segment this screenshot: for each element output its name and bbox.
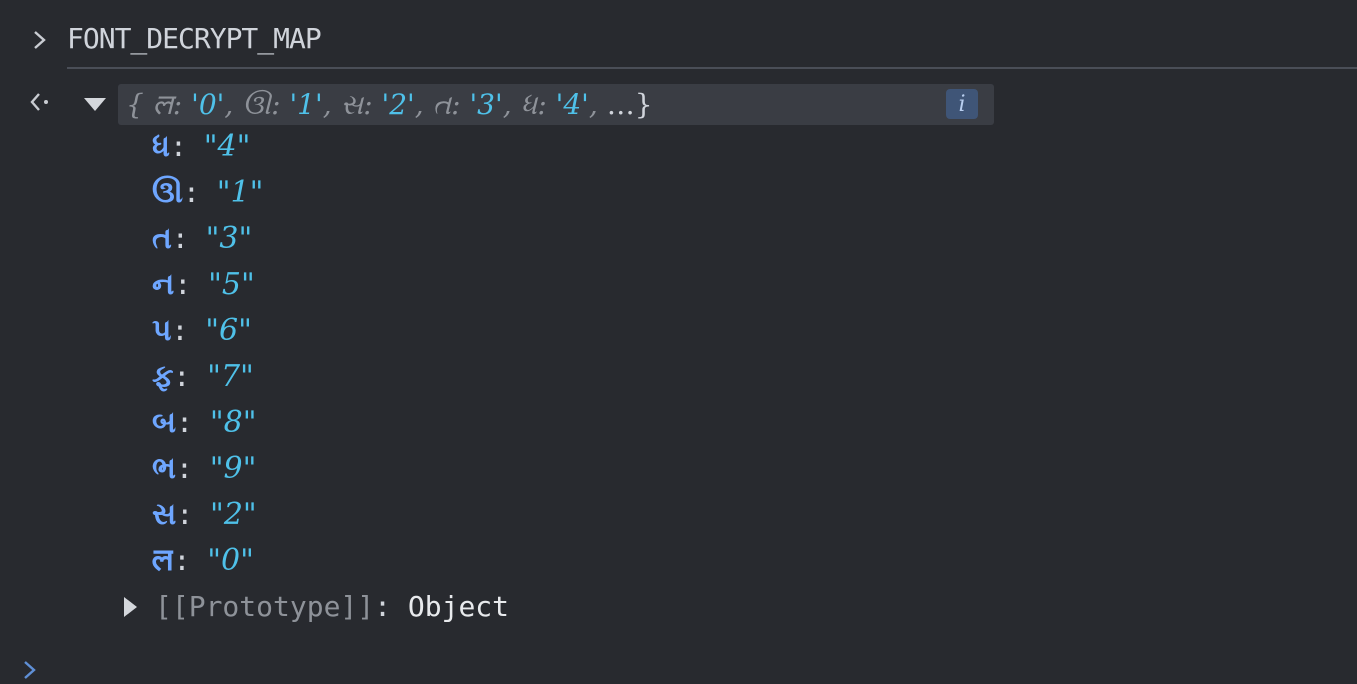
property-colon: : <box>173 544 208 577</box>
property-key: ફ <box>152 359 174 394</box>
property-key: પ <box>152 313 172 348</box>
preview-comma: , <box>414 88 433 121</box>
prototype-value: Object <box>407 590 510 623</box>
property-colon: : <box>171 314 206 347</box>
preview-separator: : <box>172 88 192 121</box>
property-colon: : <box>176 452 210 485</box>
triangle-right-icon[interactable] <box>124 597 137 617</box>
prototype-property[interactable]: [[Prototype]]: Object <box>155 587 509 627</box>
property-value: "4" <box>203 129 251 164</box>
preview-key: 𑆬 <box>152 88 173 121</box>
property-value: "5" <box>208 267 255 302</box>
property-key: 𑆬 <box>152 543 174 578</box>
property-row[interactable]: ભ: "9" <box>152 449 256 489</box>
property-colon: : <box>176 498 211 531</box>
preview-value: '0' <box>191 88 225 121</box>
preview-comma: , <box>588 88 607 121</box>
property-row[interactable]: 𑆬: "0" <box>152 541 254 581</box>
preview-value: '2' <box>381 88 415 121</box>
object-preview-text: { 𑆬: '0', ઊ: '1', સ: '2', ત: '3', ધ: '4'… <box>126 88 653 121</box>
property-key: ભ <box>152 451 176 486</box>
property-value: "1" <box>216 175 264 210</box>
preview-separator: : <box>537 88 556 121</box>
prototype-colon: : <box>374 590 408 623</box>
entry-divider <box>67 67 1357 69</box>
console-input-entry: FONT_DECRYPT_MAP <box>0 18 1357 62</box>
property-key: ત <box>152 221 172 256</box>
preview-key: ધ <box>520 88 538 121</box>
property-key: ધ <box>152 129 170 164</box>
property-key: ઊ <box>152 175 184 210</box>
property-key: ન <box>152 267 175 302</box>
property-key: બ <box>152 405 177 440</box>
property-row[interactable]: ઊ: "1" <box>152 173 263 213</box>
property-row[interactable]: સ: "2" <box>152 495 257 535</box>
preview-separator: : <box>271 88 290 121</box>
property-value: "2" <box>210 497 257 532</box>
preview-comma: , <box>502 88 521 121</box>
property-row[interactable]: બ: "8" <box>152 403 257 443</box>
return-arrow-icon <box>30 93 48 111</box>
property-colon: : <box>176 406 210 439</box>
property-value: "3" <box>205 221 253 256</box>
chevron-right-icon[interactable] <box>20 658 40 682</box>
preview-comma: , <box>224 88 243 121</box>
devtools-console: FONT_DECRYPT_MAP { 𑆬: '0', ઊ: '1', સ: '2… <box>0 0 1357 684</box>
triangle-down-icon[interactable] <box>84 98 106 111</box>
property-value: "6" <box>205 313 252 348</box>
property-key: સ <box>152 497 177 532</box>
console-input-expression[interactable]: FONT_DECRYPT_MAP <box>67 22 322 55</box>
property-colon: : <box>183 176 217 209</box>
preview-key: ત <box>432 88 452 121</box>
property-colon: : <box>171 222 206 255</box>
object-preview[interactable]: { 𑆬: '0', ઊ: '1', સ: '2', ત: '3', ધ: '4'… <box>118 84 994 125</box>
preview-comma: , <box>322 88 341 121</box>
preview-ellipsis: …} <box>606 88 653 121</box>
property-colon: : <box>173 360 208 393</box>
prototype-key: [[Prototype]] <box>155 590 375 623</box>
property-row[interactable]: પ: "6" <box>152 311 252 351</box>
property-colon: : <box>170 130 204 163</box>
property-row[interactable]: ફ: "7" <box>152 357 254 397</box>
property-row[interactable]: ધ: "4" <box>152 127 250 167</box>
property-value: "0" <box>207 543 254 578</box>
chevron-right-icon <box>34 31 46 49</box>
preview-separator: : <box>451 88 470 121</box>
property-row[interactable]: ન: "5" <box>152 265 255 305</box>
property-value: "9" <box>209 451 257 486</box>
preview-key: ઊ <box>242 88 272 121</box>
property-row[interactable]: ત: "3" <box>152 219 252 259</box>
preview-key: સ <box>340 88 364 121</box>
property-value: "8" <box>209 405 257 440</box>
property-colon: : <box>174 268 209 301</box>
preview-value: '4' <box>555 88 589 121</box>
info-icon[interactable]: i <box>946 89 978 119</box>
preview-separator: : <box>363 88 382 121</box>
property-value: "7" <box>207 359 254 394</box>
preview-value: '3' <box>469 88 503 121</box>
preview-value: '1' <box>289 88 323 121</box>
